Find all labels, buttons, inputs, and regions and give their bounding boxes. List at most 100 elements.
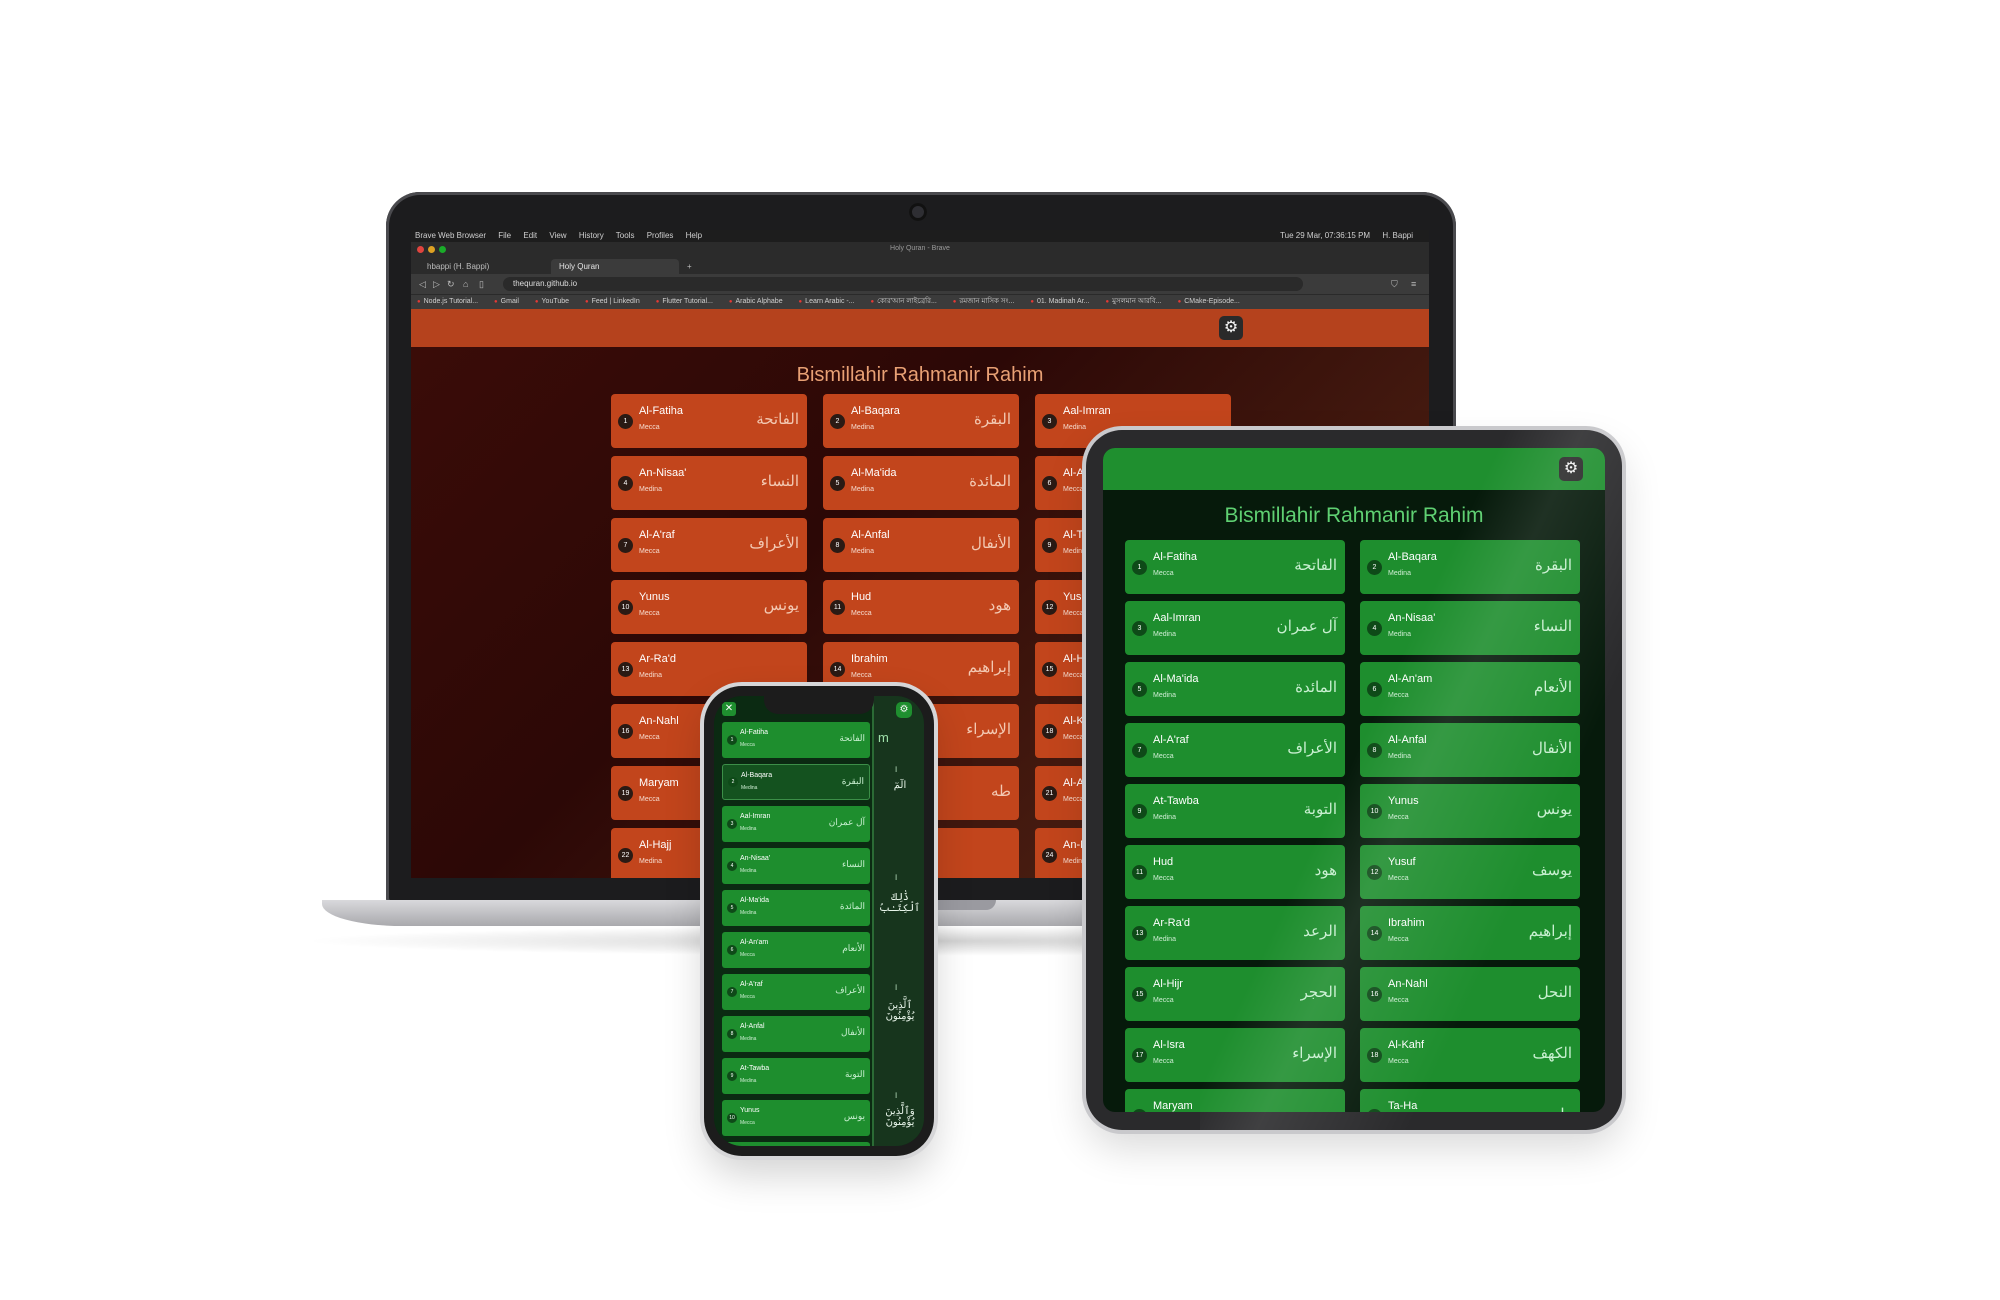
menu-profiles[interactable]: Profiles xyxy=(647,231,674,240)
bookmark-item[interactable]: YouTube xyxy=(535,298,569,305)
surah-card[interactable]: 7 Al-A'raf Mecca الأعراف xyxy=(611,518,807,572)
surah-card[interactable]: 10 Yunus Mecca يونس xyxy=(611,580,807,634)
surah-card[interactable]: 9 At-Tawba Medina التوبة xyxy=(722,1058,870,1094)
surah-card[interactable]: 3 Aal-Imran Medina آل عمران xyxy=(1125,601,1345,655)
gear-icon[interactable]: ⚙ xyxy=(1219,316,1243,340)
surah-card[interactable]: 19MaryamMeccaمريم xyxy=(1125,1089,1345,1112)
surah-arabic-name: الحجر xyxy=(1300,984,1337,1001)
tab-holy-quran[interactable]: Holy Quran xyxy=(551,259,679,274)
surah-number: 18 xyxy=(1042,724,1057,739)
laptop-camera xyxy=(909,203,927,221)
os-app-name[interactable]: Brave Web Browser xyxy=(415,231,486,240)
gear-icon[interactable]: ⚙ xyxy=(1559,457,1583,481)
close-icon[interactable]: ✕ xyxy=(722,702,736,716)
surah-card[interactable]: 10 Yunus Mecca يونس xyxy=(1360,784,1580,838)
surah-number: 9 xyxy=(1042,538,1057,553)
surah-card[interactable]: 9 At-Tawba Medina التوبة xyxy=(1125,784,1345,838)
bookmark-item[interactable]: কোর'আন লাইব্রেরি... xyxy=(871,298,937,305)
surah-card[interactable]: 5 Al-Ma'ida Medina المائدة xyxy=(1125,662,1345,716)
window-close-button[interactable] xyxy=(417,246,424,253)
bookmark-item[interactable]: Gmail xyxy=(494,298,519,305)
bookmark-item[interactable]: 01. Madinah Ar... xyxy=(1030,298,1089,305)
bookmark-item[interactable]: রমজান মাসিক সং... xyxy=(953,298,1015,305)
surah-place: Medina xyxy=(740,910,757,916)
surah-arabic-name: البقرة xyxy=(974,411,1011,428)
surah-card[interactable]: 4 An-Nisaa' Medina النساء xyxy=(1360,601,1580,655)
surah-place: Medina xyxy=(639,858,662,865)
surah-place: Mecca xyxy=(639,610,660,617)
surah-place: Medina xyxy=(740,868,757,874)
surah-card[interactable]: 4 An-Nisaa' Medina النساء xyxy=(722,848,870,884)
window-maximize-button[interactable] xyxy=(439,246,446,253)
bookmark-item[interactable]: Flutter Tutorial... xyxy=(656,298,713,305)
surah-card[interactable]: 2 Al-Baqara Medina البقرة xyxy=(823,394,1019,448)
surah-card[interactable]: 17 Al-Isra Mecca الإسراء xyxy=(1125,1028,1345,1082)
surah-card[interactable]: 1 Al-Fatiha Mecca الفاتحة xyxy=(1125,540,1345,594)
surah-card[interactable]: 6 Al-An'am Mecca الأنعام xyxy=(1360,662,1580,716)
menu-view[interactable]: View xyxy=(549,231,566,240)
surah-card[interactable]: 11Hud xyxy=(722,1142,870,1146)
new-tab-icon[interactable]: + xyxy=(683,259,701,274)
surah-card[interactable]: 11 Hud Mecca هود xyxy=(1125,845,1345,899)
surah-arabic-name: يونس xyxy=(763,597,799,614)
surah-card[interactable]: 2 Al-Baqara Medina البقرة xyxy=(722,764,870,800)
surah-card[interactable]: 1 Al-Fatiha Mecca الفاتحة xyxy=(722,722,870,758)
surah-card[interactable]: 16 An-Nahl Mecca النحل xyxy=(1360,967,1580,1021)
brave-shield-icon[interactable]: ⛉ xyxy=(1391,274,1398,294)
surah-place: Medina xyxy=(1063,858,1086,865)
surah-card[interactable]: 7 Al-A'raf Mecca الأعراف xyxy=(722,974,870,1010)
menu-help[interactable]: Help xyxy=(686,231,702,240)
tablet-screen: ⚙ Bismillahir Rahmanir Rahim 1 Al-Fatiha M… xyxy=(1103,448,1605,1112)
url-input[interactable]: thequran.github.io xyxy=(503,277,1303,291)
menu-edit[interactable]: Edit xyxy=(523,231,537,240)
surah-card[interactable]: 5 Al-Ma'ida Medina المائدة xyxy=(722,890,870,926)
forward-icon[interactable]: ▷ xyxy=(433,274,440,294)
surah-card[interactable]: 6 Al-An'am Mecca الأنعام xyxy=(722,932,870,968)
surah-card[interactable]: 13 Ar-Ra'd Medina الرعد xyxy=(1125,906,1345,960)
os-user[interactable]: H. Bappi xyxy=(1382,231,1413,240)
surah-name: Al-Kahf xyxy=(1388,1039,1425,1051)
surah-place: Mecca xyxy=(1388,875,1409,882)
surah-card[interactable]: 2 Al-Baqara Medina البقرة xyxy=(1360,540,1580,594)
surah-card[interactable]: 8 Al-Anfal Medina الأنفال xyxy=(823,518,1019,572)
tab-hbappi[interactable]: hbappi (H. Bappi) xyxy=(419,259,547,274)
surah-arabic-name: إبراهيم xyxy=(1528,923,1572,940)
surah-card[interactable]: 15 Al-Hijr Mecca الحجر xyxy=(1125,967,1345,1021)
surah-name: An-Nisaa' xyxy=(639,467,687,479)
surah-card[interactable]: 5 Al-Ma'ida Medina المائدة xyxy=(823,456,1019,510)
surah-card[interactable]: 18 Al-Kahf Mecca الكهف xyxy=(1360,1028,1580,1082)
back-icon[interactable]: ◁ xyxy=(419,274,426,294)
surah-card[interactable]: 12 Yusuf Mecca يوسف xyxy=(1360,845,1580,899)
surah-card[interactable]: 1 Al-Fatiha Mecca الفاتحة xyxy=(611,394,807,448)
surah-card[interactable]: 10 Yunus Mecca يونس xyxy=(722,1100,870,1136)
bookmark-item[interactable]: Feed | LinkedIn xyxy=(585,298,640,305)
os-clock[interactable]: Tue 29 Mar, 07:36:15 PM xyxy=(1280,231,1370,240)
surah-card[interactable]: 4 An-Nisaa' Medina النساء xyxy=(611,456,807,510)
surah-card[interactable]: 20Ta-HaMeccaطه xyxy=(1360,1089,1580,1112)
surah-card[interactable]: 14 Ibrahim Mecca إبراهيم xyxy=(1360,906,1580,960)
menu-tools[interactable]: Tools xyxy=(616,231,635,240)
surah-number: 11 xyxy=(1132,865,1147,880)
gear-icon[interactable]: ⚙ xyxy=(896,702,912,718)
bookmark-item[interactable]: মুসলমান আরবি... xyxy=(1105,298,1161,305)
surah-card[interactable]: 3 Aal-Imran Medina آل عمران xyxy=(722,806,870,842)
bookmark-icon[interactable]: ▯ xyxy=(479,274,484,294)
bookmark-item[interactable]: CMake-Episode... xyxy=(1178,298,1240,305)
surah-card[interactable]: 8 Al-Anfal Medina الأنفال xyxy=(1360,723,1580,777)
surah-card[interactable]: 11 Hud Mecca هود xyxy=(823,580,1019,634)
surah-card[interactable]: 7 Al-A'raf Mecca الأعراف xyxy=(1125,723,1345,777)
surah-arabic-name: الأعراف xyxy=(1287,740,1337,757)
window-minimize-button[interactable] xyxy=(428,246,435,253)
menu-history[interactable]: History xyxy=(579,231,604,240)
bookmark-item[interactable]: Node.js Tutorial... xyxy=(417,298,478,305)
surah-card[interactable]: 8 Al-Anfal Medina الأنفال xyxy=(722,1016,870,1052)
browser-tab-strip: hbappi (H. Bappi) Holy Quran + xyxy=(411,256,1429,274)
menu-icon[interactable]: ≡ xyxy=(1411,274,1416,294)
bookmark-item[interactable]: Arabic Alphabe xyxy=(729,298,783,305)
verse-text: ٱلَّذِينَ يُؤْمِنُونَ xyxy=(885,1000,915,1022)
menu-file[interactable]: File xyxy=(498,231,511,240)
surah-number: 10 xyxy=(618,600,633,615)
reload-icon[interactable]: ↻ xyxy=(447,274,455,294)
bookmark-item[interactable]: Learn Arabic -... xyxy=(799,298,855,305)
home-icon[interactable]: ⌂ xyxy=(463,274,468,294)
